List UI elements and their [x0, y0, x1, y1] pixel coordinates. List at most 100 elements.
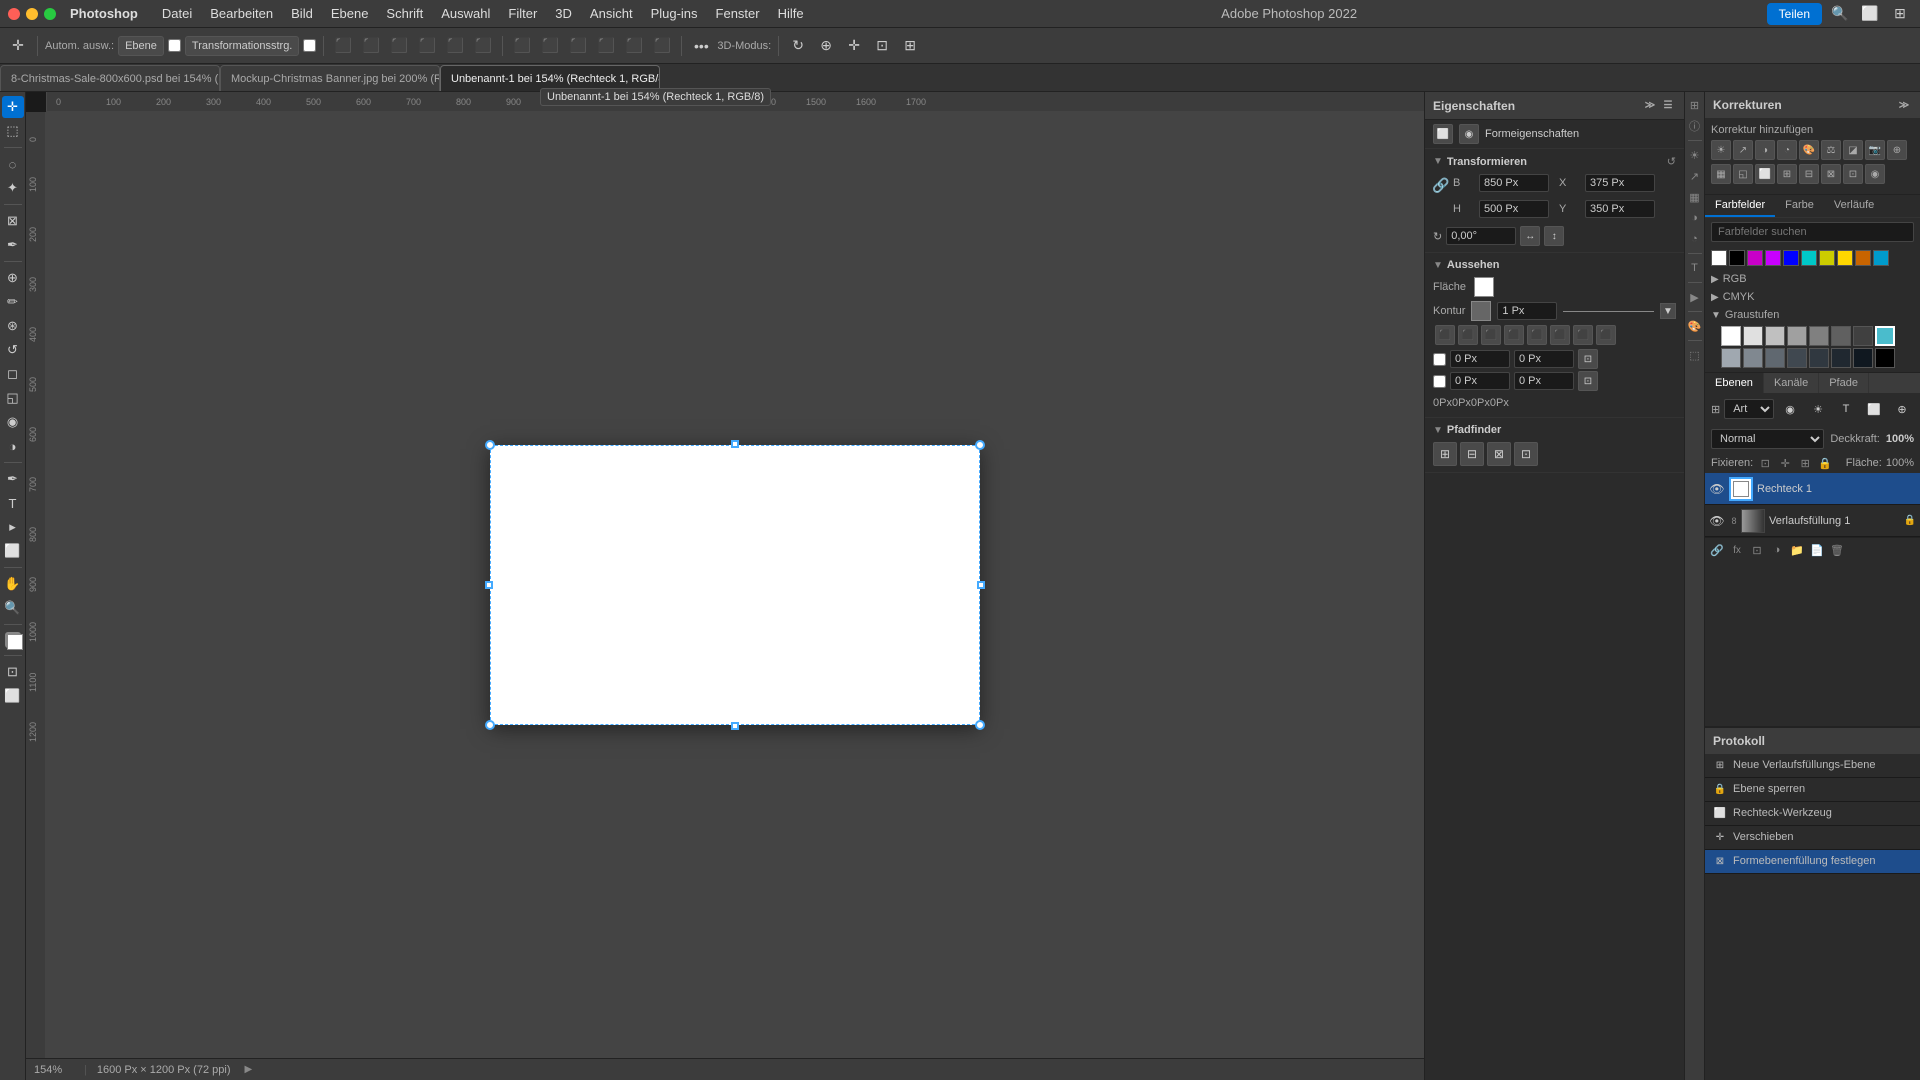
gs-swatch-9[interactable]: [1721, 348, 1741, 368]
korrekturen-expand-icon[interactable]: ≫: [1896, 97, 1912, 113]
transformation-checkbox[interactable]: [303, 39, 316, 52]
more-options-icon[interactable]: •••: [689, 34, 713, 58]
tab-ebenen[interactable]: Ebenen: [1705, 373, 1764, 393]
gs-swatch-3[interactable]: [1765, 326, 1785, 346]
crop-tool[interactable]: ⊠: [2, 210, 24, 232]
align-distribute-icon[interactable]: ⬛: [1504, 325, 1524, 345]
align-top-icon[interactable]: ⬛: [415, 34, 439, 58]
healing-brush-tool[interactable]: ⊕: [2, 267, 24, 289]
layer-fx-icon[interactable]: fx: [1729, 542, 1745, 558]
layer-new-icon[interactable]: 📄: [1809, 542, 1825, 558]
pen-tool[interactable]: ✒: [2, 468, 24, 490]
graustufen-group-header[interactable]: ▼ Graustufen: [1705, 306, 1920, 324]
swatch-orange[interactable]: [1855, 250, 1871, 266]
align-right-icon[interactable]: ⬛: [387, 34, 411, 58]
padding-input-4[interactable]: [1514, 372, 1574, 390]
handle-mid-right[interactable]: [977, 581, 985, 589]
tab-verlaeufe[interactable]: Verläufe: [1824, 195, 1884, 217]
arrange-icon[interactable]: ⬜: [1858, 2, 1882, 26]
prop-canvas-icon[interactable]: ⬜: [1433, 124, 1453, 144]
pfadfinder-header[interactable]: ▼ Pfadfinder: [1433, 424, 1676, 436]
prot-item-2[interactable]: ⬜ Rechteck-Werkzeug: [1705, 802, 1920, 826]
lasso-tool[interactable]: ◌: [2, 153, 24, 175]
x-input[interactable]: [1585, 174, 1655, 192]
canvas-background[interactable]: [46, 112, 1424, 1058]
korr-vibrance-icon[interactable]: ◔: [1777, 140, 1797, 160]
eyedropper-tool[interactable]: ✒: [2, 234, 24, 256]
tab-2[interactable]: Mockup-Christmas Banner.jpg bei 200% (RG…: [220, 65, 440, 91]
handle-bottom-center[interactable]: [731, 722, 739, 730]
layer-link-icon[interactable]: 🔗: [1709, 542, 1725, 558]
swatch-gold[interactable]: [1837, 250, 1853, 266]
align-5-icon[interactable]: ⬛: [1596, 325, 1616, 345]
handle-bottom-left[interactable]: [485, 720, 495, 730]
strip-type-icon[interactable]: T: [1686, 259, 1704, 277]
menu-auswahl[interactable]: Auswahl: [433, 4, 498, 23]
swatch-teal[interactable]: [1801, 250, 1817, 266]
flip-v-icon[interactable]: ↕: [1544, 226, 1564, 246]
swatch-sky[interactable]: [1873, 250, 1889, 266]
properties-menu-icon[interactable]: ☰: [1660, 98, 1676, 114]
menu-filter[interactable]: Filter: [500, 4, 545, 23]
quick-mask-mode[interactable]: ⊡: [2, 661, 24, 683]
move-tool-icon[interactable]: ✛: [6, 34, 30, 58]
search-icon[interactable]: 🔍: [1828, 2, 1852, 26]
layer-rechteck1[interactable]: 👁 Rechteck 1: [1705, 473, 1920, 505]
filter-text-icon[interactable]: T: [1834, 397, 1858, 421]
3d-slide-icon[interactable]: ⊡: [870, 34, 894, 58]
korrekturen-header[interactable]: Korrekturen ≫: [1705, 92, 1920, 118]
strip-hue-icon[interactable]: ◔: [1686, 230, 1704, 248]
marquee-tool[interactable]: ⬚: [2, 120, 24, 142]
tab-farbfelder[interactable]: Farbfelder: [1705, 195, 1775, 217]
strip-color-icon[interactable]: ◑: [1686, 209, 1704, 227]
foreground-color[interactable]: [5, 632, 21, 648]
handle-top-center[interactable]: [731, 440, 739, 448]
padding-icon-2[interactable]: ⊡: [1578, 371, 1598, 391]
menu-plugins[interactable]: Plug-ins: [643, 4, 706, 23]
swatch-blue[interactable]: [1783, 250, 1799, 266]
strip-farbfelder-icon[interactable]: 🎨: [1686, 317, 1704, 335]
strip-korrekturen-icon[interactable]: ⊞: [1686, 96, 1704, 114]
align-center-v-icon[interactable]: ⬛: [443, 34, 467, 58]
dodge-tool[interactable]: ◑: [2, 435, 24, 457]
fix-move-icon[interactable]: ✛: [1777, 455, 1793, 471]
swatch-black[interactable]: [1729, 250, 1745, 266]
korr-levels-icon[interactable]: ▦: [1711, 164, 1731, 184]
layer-verlauf1[interactable]: 👁 8 Verlaufsfüllung 1 🔒: [1705, 505, 1920, 537]
pfad-union-icon[interactable]: ⊞: [1433, 442, 1457, 466]
align-4-icon[interactable]: ⬛: [1573, 325, 1593, 345]
chain-link-icon[interactable]: 🔗: [1433, 177, 1449, 193]
3d-scale-icon[interactable]: ⊞: [898, 34, 922, 58]
rotation-input[interactable]: [1446, 227, 1516, 245]
kontur-swatch[interactable]: [1471, 301, 1491, 321]
swatch-yellow-green[interactable]: [1819, 250, 1835, 266]
handle-mid-left[interactable]: [485, 581, 493, 589]
gs-swatch-10[interactable]: [1743, 348, 1763, 368]
prot-item-1[interactable]: 🔒 Ebene sperren: [1705, 778, 1920, 802]
pfad-intersect-icon[interactable]: ⊠: [1487, 442, 1511, 466]
prot-item-4[interactable]: ⊠ Formebenenfüllung festlegen: [1705, 850, 1920, 874]
gs-swatch-16[interactable]: [1875, 348, 1895, 368]
transformation-btn[interactable]: Transformationsstrg.: [185, 36, 299, 56]
text-tool[interactable]: T: [2, 492, 24, 514]
prop-form-icon[interactable]: ◉: [1459, 124, 1479, 144]
status-arrow[interactable]: ▶: [244, 1064, 252, 1075]
transformieren-header[interactable]: ▼ Transformieren ↺: [1433, 155, 1676, 168]
blur-tool[interactable]: ◉: [2, 411, 24, 433]
korr-colbal-icon[interactable]: ⚖: [1821, 140, 1841, 160]
shape-tool[interactable]: ⬜: [2, 540, 24, 562]
swatch-white[interactable]: [1711, 250, 1727, 266]
kontur-size-input[interactable]: [1497, 302, 1557, 320]
tab-farbe[interactable]: Farbe: [1775, 195, 1824, 217]
layer-adj-icon[interactable]: ◑: [1769, 542, 1785, 558]
aussehen-header[interactable]: ▼ Aussehen: [1433, 259, 1676, 271]
rgb-group-header[interactable]: ▶ RGB: [1705, 270, 1920, 288]
gs-swatch-teal[interactable]: [1875, 326, 1895, 346]
prot-item-3[interactable]: ✛ Verschieben: [1705, 826, 1920, 850]
padding-check-2[interactable]: [1433, 375, 1446, 388]
flaeche-value[interactable]: 100%: [1886, 457, 1914, 469]
align-left-icon[interactable]: ⬛: [331, 34, 355, 58]
strip-play-icon[interactable]: ▶: [1686, 288, 1704, 306]
korr-thresh-icon[interactable]: ⊡: [1843, 164, 1863, 184]
filter-type-icon[interactable]: ◉: [1778, 397, 1802, 421]
